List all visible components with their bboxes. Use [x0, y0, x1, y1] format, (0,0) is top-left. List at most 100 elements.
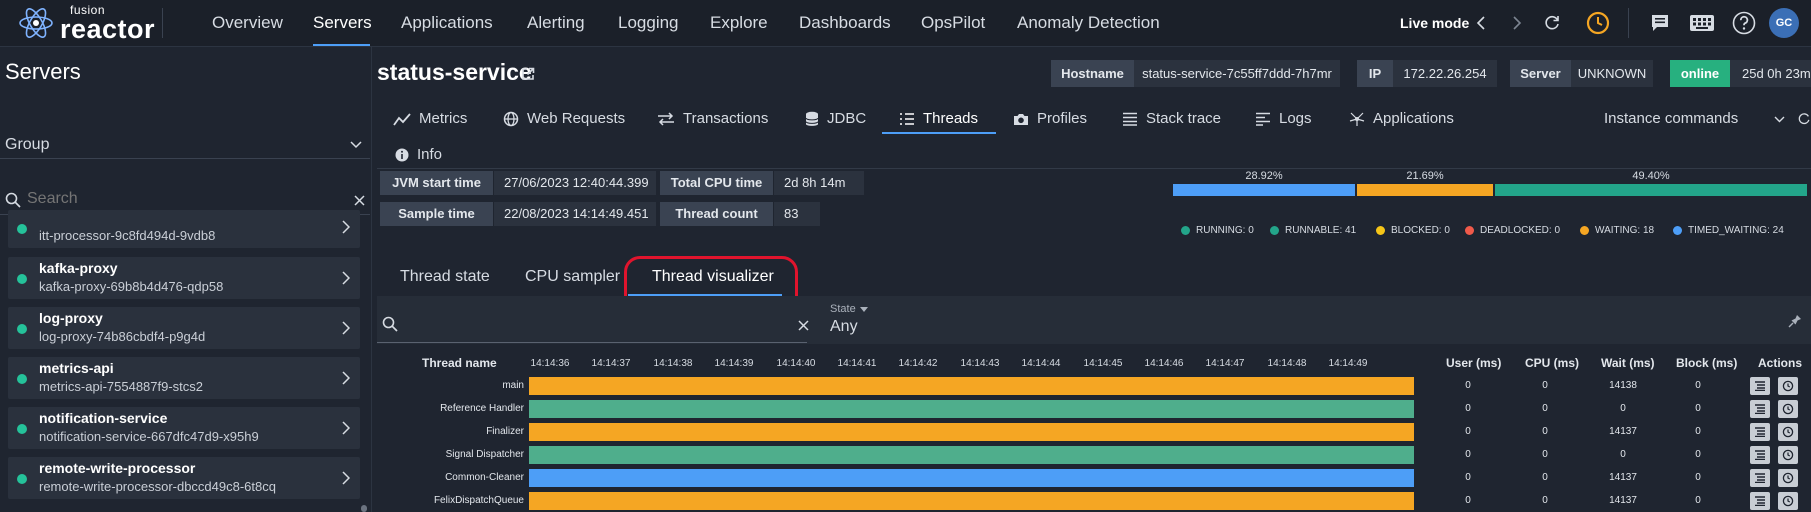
thread-state-bar[interactable] — [528, 445, 1415, 465]
col-user-ms[interactable]: User (ms) — [1446, 356, 1501, 370]
server-item-notification-service[interactable]: notification-service notification-servic… — [8, 407, 360, 449]
user-avatar[interactable]: GC — [1769, 8, 1799, 38]
stack-trace-button[interactable] — [1750, 492, 1770, 510]
server-item-itt-processor[interactable]: itt-processor-9c8fd494d-9vdb8 — [8, 210, 360, 248]
tab-info[interactable]: Info — [395, 142, 442, 168]
thread-state-bar[interactable] — [528, 491, 1415, 511]
thread-state-bar[interactable] — [528, 422, 1415, 442]
stack-trace-button[interactable] — [1750, 400, 1770, 418]
refresh-icon[interactable] — [1540, 11, 1564, 35]
previous-icon[interactable] — [1470, 12, 1492, 34]
server-item-kafka-proxy[interactable]: kafka-proxy kafka-proxy-69b8b4d476-qdp58 — [8, 257, 360, 299]
nav-logging[interactable]: Logging — [618, 0, 679, 46]
server-name: kafka-proxy — [39, 260, 118, 276]
nav-explore[interactable]: Explore — [710, 0, 768, 46]
chat-icon[interactable] — [1648, 11, 1672, 35]
subtab-cpu-sampler[interactable]: CPU sampler — [525, 268, 620, 296]
time-tick-label: 14:14:46 — [1144, 358, 1184, 369]
nav-servers[interactable]: Servers — [313, 0, 372, 46]
tab-label: Transactions — [683, 110, 769, 127]
external-link-icon[interactable] — [520, 66, 536, 82]
pin-icon[interactable] — [1786, 312, 1804, 330]
thread-search-clear-icon[interactable] — [795, 317, 811, 333]
thread-state-bar[interactable] — [528, 399, 1415, 419]
block-ms-value: 0 — [1695, 495, 1701, 506]
nav-applications[interactable]: Applications — [401, 0, 493, 46]
server-item-log-proxy[interactable]: log-proxy log-proxy-74b86cbdf4-p9g4d — [8, 307, 360, 349]
thread-state-bar[interactable] — [528, 468, 1415, 488]
chevron-right-icon — [342, 371, 350, 385]
tab-applications[interactable]: Applications — [1349, 106, 1454, 132]
nav-dashboards[interactable]: Dashboards — [799, 0, 891, 46]
tab-logs[interactable]: Logs — [1255, 106, 1312, 132]
thread-details-button[interactable] — [1778, 492, 1798, 510]
ip-value: 172.22.26.254 — [1393, 60, 1497, 87]
state-caret-icon[interactable] — [859, 304, 869, 314]
stack-trace-icon — [1755, 450, 1765, 460]
thread-state-bar[interactable] — [528, 376, 1415, 396]
stack-trace-button[interactable] — [1750, 423, 1770, 441]
user-ms-value: 0 — [1465, 449, 1471, 460]
cpu-ms-value: 0 — [1542, 380, 1548, 391]
thread-name-label: Common-Cleaner — [445, 472, 524, 483]
nav-alerting[interactable]: Alerting — [527, 0, 585, 46]
help-icon[interactable] — [1731, 10, 1757, 36]
stack-trace-button[interactable] — [1750, 469, 1770, 487]
col-wait-ms[interactable]: Wait (ms) — [1601, 356, 1655, 370]
server-item-remote-write-processor[interactable]: remote-write-processor remote-write-proc… — [8, 457, 360, 499]
tab-threads[interactable]: Threads — [899, 106, 978, 132]
nav-overview[interactable]: Overview — [212, 0, 283, 46]
group-underline — [0, 158, 370, 159]
group-chevron-down-icon[interactable] — [348, 137, 364, 153]
tab-stack-trace[interactable]: Stack trace — [1122, 106, 1221, 132]
nav-anomaly-detection[interactable]: Anomaly Detection — [1017, 0, 1160, 46]
thread-details-button[interactable] — [1778, 446, 1798, 464]
thread-name-label: Signal Dispatcher — [445, 449, 524, 460]
instance-commands-dropdown[interactable]: Instance commands — [1604, 106, 1738, 132]
time-tick-label: 14:14:49 — [1328, 358, 1368, 369]
tabs-divider — [377, 168, 1811, 169]
refresh-instance-icon[interactable] — [1797, 110, 1811, 128]
distribution-percent-label: 28.92% — [1245, 170, 1283, 182]
subtab-thread-state[interactable]: Thread state — [400, 268, 490, 296]
thread-details-button[interactable] — [1778, 377, 1798, 395]
stack-trace-button[interactable] — [1750, 377, 1770, 395]
thread-details-button[interactable] — [1778, 423, 1798, 441]
jvm-start-value: 27/06/2023 12:40:44.399 — [494, 171, 656, 195]
tab-transactions[interactable]: Transactions — [657, 106, 768, 132]
brand-logo[interactable]: fusion reactor — [18, 4, 155, 42]
thread-details-button[interactable] — [1778, 469, 1798, 487]
wait-ms-value: 0 — [1620, 403, 1626, 414]
legend-label: WAITING: 18 — [1595, 225, 1655, 236]
nav-opspilot[interactable]: OpsPilot — [921, 0, 985, 46]
instance-commands-chevron-icon[interactable] — [1771, 111, 1787, 127]
distribution-percent-label: 49.40% — [1632, 170, 1670, 182]
thread-search-input[interactable] — [404, 312, 784, 334]
stack-trace-button[interactable] — [1750, 446, 1770, 464]
uptime-value: 25d 0h 23m — [1730, 60, 1811, 87]
status-dot — [17, 224, 27, 234]
sidebar-scrollbar[interactable] — [361, 505, 367, 512]
col-cpu-ms[interactable]: CPU (ms) — [1525, 356, 1579, 370]
state-filter-select[interactable]: Any — [830, 318, 858, 336]
col-thread-name[interactable]: Thread name — [422, 356, 497, 370]
clock-icon[interactable] — [1584, 9, 1612, 37]
camera-icon — [1014, 114, 1028, 125]
group-select-label[interactable]: Group — [5, 136, 49, 154]
tab-jdbc[interactable]: JDBC — [805, 106, 866, 132]
server-name: metrics-api — [39, 360, 114, 376]
thread-name-label: Reference Handler — [440, 403, 524, 414]
tab-profiles[interactable]: Profiles — [1013, 106, 1087, 132]
tab-web-requests[interactable]: Web Requests — [503, 106, 625, 132]
thread-details-button[interactable] — [1778, 400, 1798, 418]
keyboard-icon[interactable] — [1687, 11, 1717, 35]
status-dot — [17, 324, 27, 334]
sidebar-search-input[interactable] — [27, 188, 347, 210]
sidebar-search-clear-icon[interactable] — [351, 192, 367, 208]
tab-metrics[interactable]: Metrics — [393, 106, 467, 132]
time-tick-label: 14:14:41 — [837, 358, 877, 369]
next-icon[interactable] — [1506, 12, 1528, 34]
server-name: log-proxy — [39, 310, 103, 326]
col-block-ms[interactable]: Block (ms) — [1676, 356, 1737, 370]
server-item-metrics-api[interactable]: metrics-api metrics-api-7554887f9-stcs2 — [8, 357, 360, 399]
